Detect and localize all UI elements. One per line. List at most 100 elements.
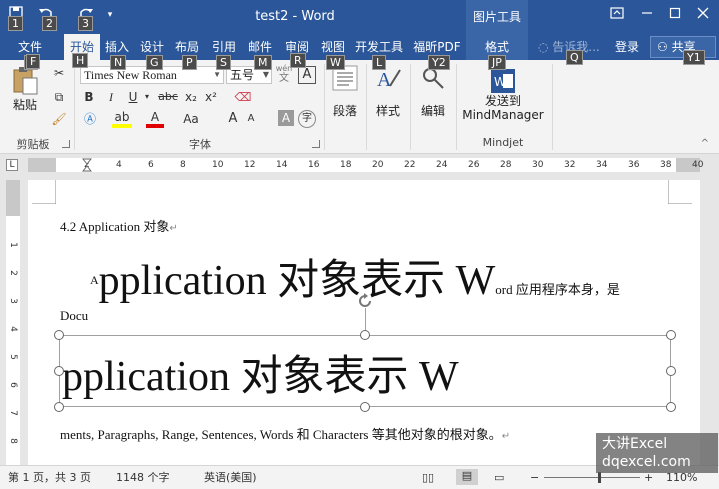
send-to-label-2: MindManager <box>462 108 544 122</box>
body-text-line: ments, Paragraphs, Range, Sentences, Wor… <box>60 424 510 443</box>
subscript-button[interactable]: x₂ <box>182 88 200 106</box>
char-shading-button[interactable]: A <box>278 110 294 126</box>
ruler-number: 16 <box>308 160 320 170</box>
ruler-number: 6 <box>148 160 154 170</box>
collapse-ribbon-icon[interactable]: ^ <box>701 138 709 149</box>
group-separator <box>410 64 411 150</box>
watermark: 大讲Excel dqexcel.com <box>596 433 718 473</box>
zoom-level[interactable]: 110% <box>666 471 697 485</box>
resize-handle-left[interactable] <box>54 366 64 376</box>
styles-button[interactable]: A 样式 <box>370 64 406 128</box>
ribbon-tabs: 文件 开始 插入 设计 布局 引用 邮件 审阅 视图 开发工具 福昕PDF 格式… <box>0 34 719 60</box>
ruler-number: 20 <box>372 160 384 170</box>
crop-mark-icon <box>668 180 692 204</box>
strikethrough-button[interactable]: abc <box>156 88 180 106</box>
indent-marker-icon[interactable] <box>82 158 92 172</box>
tab-stop-selector[interactable]: L <box>6 159 18 171</box>
close-button[interactable] <box>690 6 716 26</box>
document-area: 12345678910 4.2 Application 对象↵ Applicat… <box>0 176 719 472</box>
group-separator <box>74 64 75 150</box>
underline-button[interactable]: U <box>124 88 142 106</box>
selected-textbox[interactable]: pplication 对象表示 W <box>59 335 671 407</box>
group-label-clipboard: 剪贴板 <box>16 138 50 151</box>
document-page[interactable]: 4.2 Application 对象↵ Application 对象表示 Wor… <box>28 180 700 469</box>
copy-icon: ⧉ <box>54 90 64 104</box>
shrink-font-button[interactable]: A <box>244 110 258 128</box>
paragraph-button[interactable]: 段落 <box>328 64 362 128</box>
minimize-button[interactable] <box>634 6 660 26</box>
svg-text:A: A <box>377 69 392 91</box>
keytip-undo: 2 <box>42 16 57 31</box>
char-border-button[interactable]: A <box>298 66 316 84</box>
resize-handle-top-left[interactable] <box>54 330 64 340</box>
ruler-number: 36 <box>628 160 640 170</box>
web-layout-icon[interactable]: ▭ <box>494 471 504 485</box>
resize-handle-bottom[interactable] <box>360 402 370 412</box>
horizontal-ruler[interactable]: 2 4 6 8 10 12 14 16 18 20 22 24 26 28 30 32 34 36 38 40 <box>28 158 704 172</box>
font-launcher-icon[interactable] <box>312 140 320 148</box>
font-color-button[interactable]: A <box>146 110 164 128</box>
ruler-number: 32 <box>564 160 576 170</box>
print-layout-icon[interactable]: ▤ <box>456 469 478 485</box>
grow-font-button[interactable]: A <box>226 110 240 128</box>
ribbon-display-options-button[interactable] <box>604 6 630 26</box>
zoom-in-icon[interactable]: + <box>644 471 653 485</box>
read-mode-icon[interactable]: ▯▯ <box>422 471 434 485</box>
word-count[interactable]: 1148 个字 <box>116 471 170 485</box>
language-indicator[interactable]: 英语(美国) <box>204 471 257 485</box>
keytip-references: S <box>216 55 231 70</box>
resize-handle-bottom-left[interactable] <box>54 402 64 412</box>
resize-handle-bottom-right[interactable] <box>666 402 676 412</box>
ruler-number: 38 <box>660 160 672 170</box>
rotate-handle-icon[interactable] <box>356 292 374 310</box>
superscript-button[interactable]: x² <box>202 88 220 106</box>
paste-label: 粘贴 <box>12 98 37 112</box>
clipboard-paste-icon <box>13 67 38 95</box>
bold-button[interactable]: B <box>80 88 98 106</box>
vertical-ruler-number: 6 <box>8 382 18 388</box>
page-count[interactable]: 第 1 页，共 3 页 <box>8 471 91 485</box>
editing-button[interactable]: 编辑 <box>414 64 452 128</box>
large-text-line: Application 对象表示 Word 应用程序本身，是 <box>90 246 620 307</box>
highlighter-icon: ab <box>114 110 130 124</box>
italic-button[interactable]: I <box>102 88 120 106</box>
vertical-ruler-number: 5 <box>8 354 18 360</box>
zoom-slider-thumb[interactable] <box>598 472 601 483</box>
paste-button[interactable]: 粘贴 <box>6 66 44 122</box>
zoom-slider[interactable] <box>544 477 640 478</box>
ruler-number: 4 <box>116 160 122 170</box>
format-painter-button[interactable]: 🖌︎ <box>50 110 68 128</box>
keytip-redo: 3 <box>78 16 93 31</box>
cut-button[interactable]: ✂ <box>50 64 68 82</box>
change-case-button[interactable]: Aa <box>180 110 202 128</box>
document-title: test2 - Word <box>255 9 335 24</box>
clear-formatting-button[interactable]: ⌫ <box>234 88 252 106</box>
maximize-button[interactable] <box>662 6 688 26</box>
enclose-char-button[interactable]: 字 <box>298 110 316 128</box>
sign-in-link[interactable]: 登录 <box>610 34 644 60</box>
watermark-line-1: 大讲Excel <box>602 436 668 452</box>
ruler-left-margin <box>28 158 56 172</box>
group-separator <box>552 64 553 150</box>
body-text: ments, Paragraphs, Range, Sentences, Wor… <box>60 427 502 442</box>
resize-handle-right[interactable] <box>666 366 676 376</box>
highlight-button[interactable]: ab <box>112 110 132 128</box>
chevron-down-icon[interactable]: ▾ <box>142 88 152 106</box>
keytip-review: R <box>290 53 306 68</box>
large-text-tail: ord 应用程序本身，是 <box>495 282 620 297</box>
resize-handle-top[interactable] <box>360 330 370 340</box>
ruler-number: 18 <box>340 160 352 170</box>
text-effects-button[interactable]: Ⓐ <box>80 110 100 128</box>
send-to-mindmanager-button[interactable]: W 发送到 MindManager <box>458 68 548 130</box>
keytip-tellme: Q <box>566 50 583 65</box>
vertical-ruler-number: 3 <box>8 298 18 304</box>
clipboard-launcher-icon[interactable] <box>62 140 70 148</box>
ruler-number: 40 <box>692 160 704 170</box>
zoom-out-icon[interactable]: − <box>530 471 539 485</box>
copy-button[interactable]: ⧉ <box>50 88 68 106</box>
ruler-number: 30 <box>532 160 544 170</box>
vertical-ruler[interactable]: 12345678910 <box>6 180 20 472</box>
resize-handle-top-right[interactable] <box>666 330 676 340</box>
customize-qat-icon[interactable]: ▾ <box>100 6 120 24</box>
word-window: 1 2 3 ▾ test2 - Word 图片工具 文件 开始 插入 设计 布局… <box>0 0 719 489</box>
